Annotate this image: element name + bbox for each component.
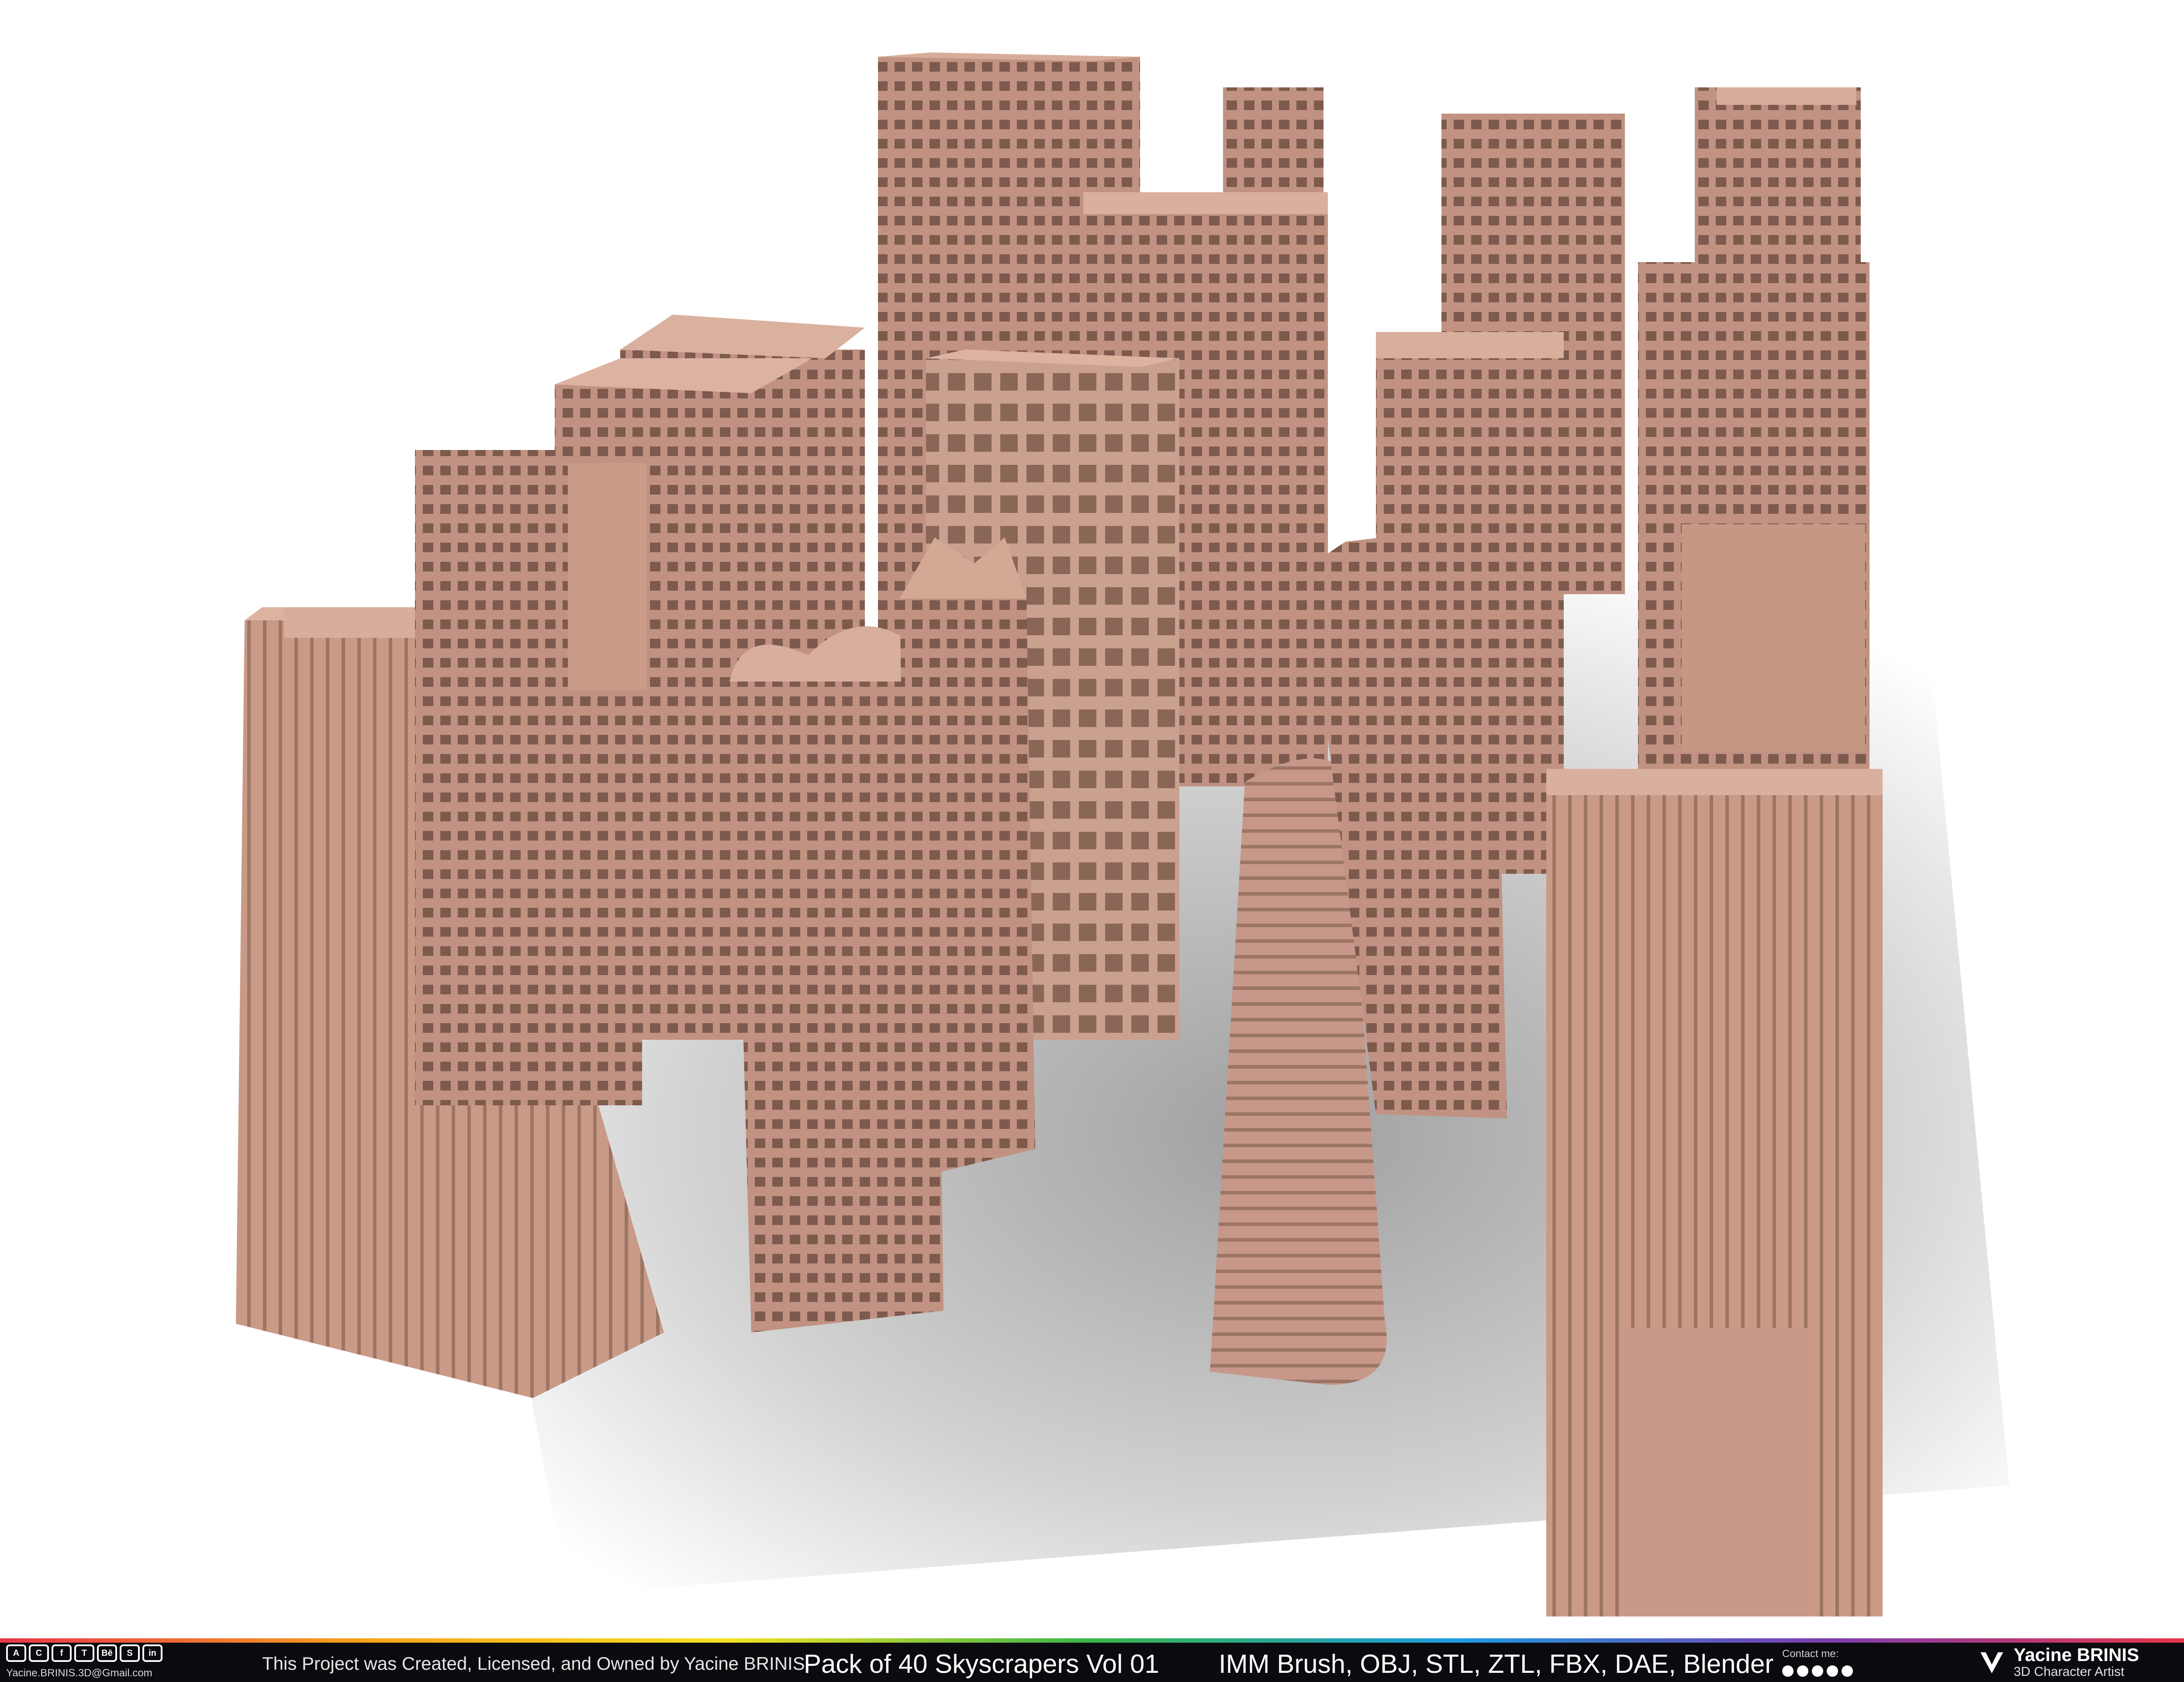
artstation-icon[interactable]: A	[6, 1644, 26, 1662]
footer-bar: A C f T Bē S in Yacine.BRINIS.3D@Gmail.c…	[0, 1638, 2184, 1682]
pack-title: Pack of 40 Skyscrapers Vol 01	[804, 1649, 1159, 1679]
author-logo-icon	[1980, 1652, 2003, 1673]
contact-label: Contact me:	[1782, 1648, 1839, 1660]
author-role: 3D Character Artist	[2014, 1665, 2125, 1679]
author-name: Yacine BRINIS	[2014, 1644, 2139, 1665]
linkedin-icon[interactable]: in	[142, 1644, 162, 1662]
cgtrader-icon[interactable]: C	[29, 1644, 49, 1662]
email-text: Yacine.BRINIS.3D@Gmail.com	[6, 1667, 152, 1679]
youtube-icon[interactable]	[1827, 1665, 1838, 1677]
social-icons	[1782, 1665, 1853, 1677]
crown-tower	[900, 599, 1035, 1180]
ownership-text: This Project was Created, Licensed, and …	[262, 1653, 805, 1674]
instagram-icon[interactable]	[1812, 1665, 1823, 1677]
skyscrapers-render	[0, 0, 2184, 1638]
behance-icon[interactable]: Bē	[97, 1644, 117, 1662]
color-stripe	[0, 1638, 2184, 1643]
facebook-icon[interactable]: f	[52, 1644, 72, 1662]
sketchfab-icon[interactable]: S	[120, 1644, 140, 1662]
formats-text: IMM Brush, OBJ, STL, ZTL, FBX, DAE, Blen…	[1219, 1649, 1774, 1679]
platform-icons: A C f T Bē S in	[6, 1644, 162, 1662]
facebook-icon[interactable]	[1782, 1665, 1794, 1677]
messenger-icon[interactable]	[1797, 1665, 1808, 1677]
turbosquid-icon[interactable]: T	[74, 1644, 94, 1662]
email-icon[interactable]	[1842, 1665, 1853, 1677]
